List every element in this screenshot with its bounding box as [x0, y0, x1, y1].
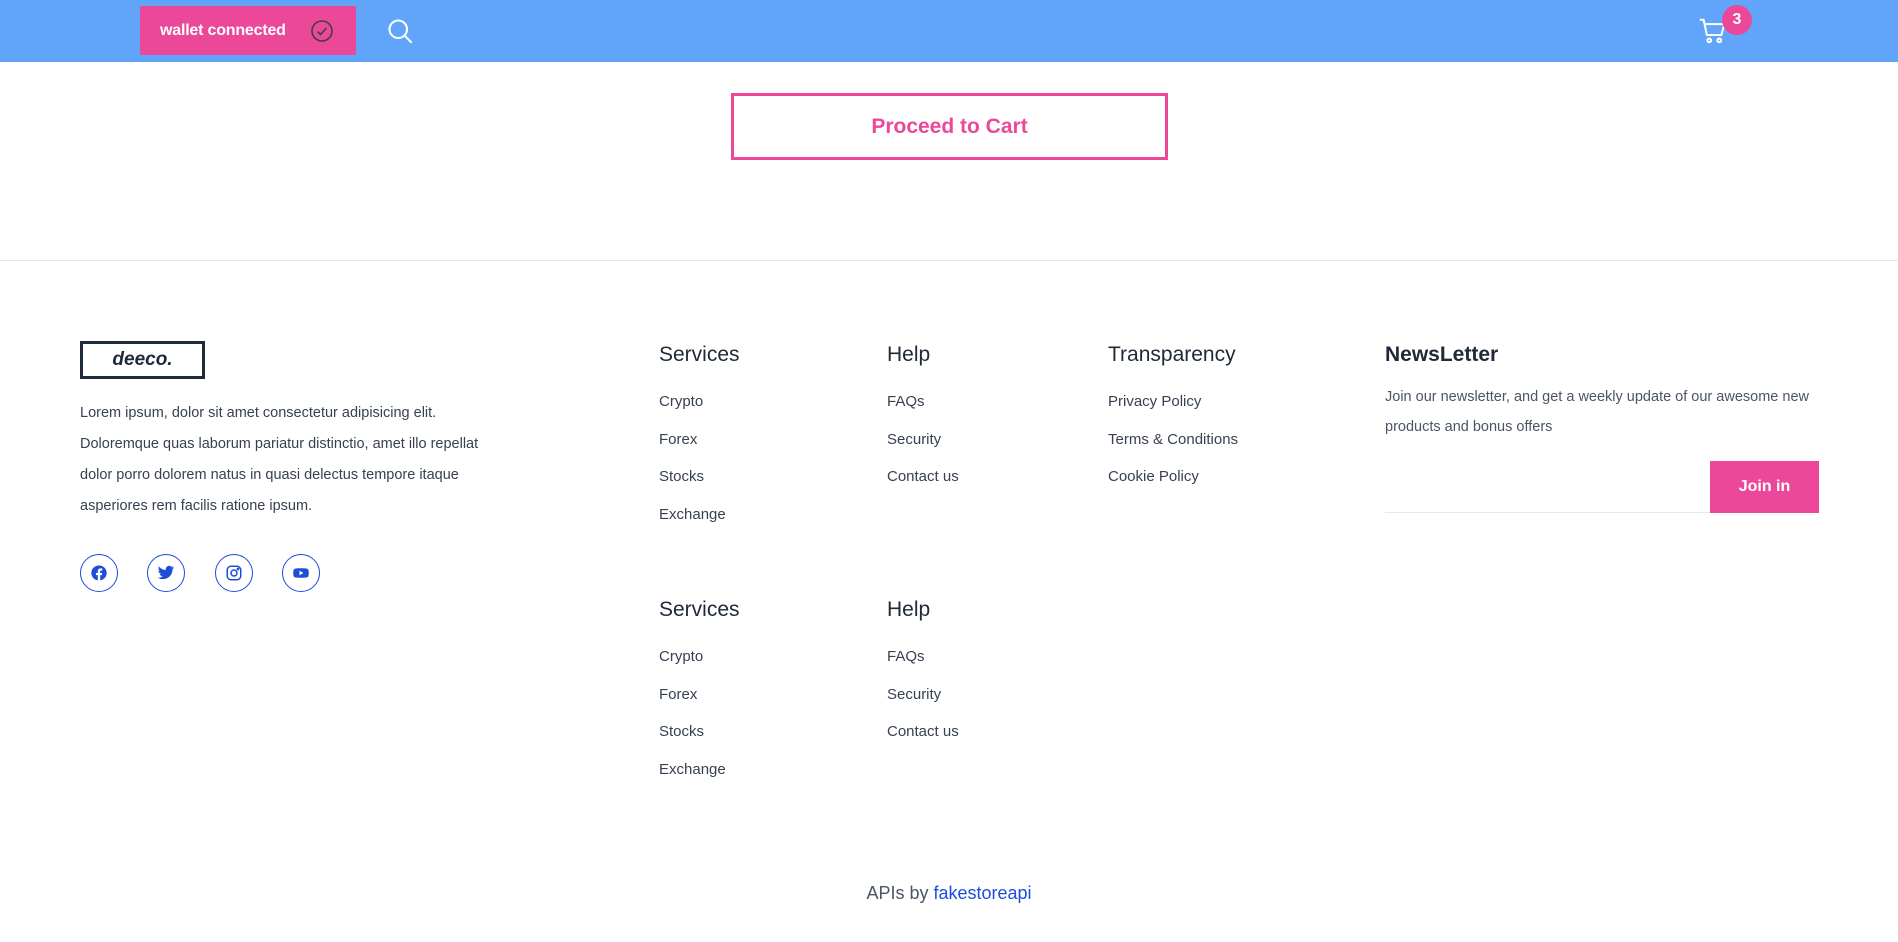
wallet-connected-button[interactable]: wallet connected	[140, 6, 356, 55]
proceed-to-cart-button[interactable]: Proceed to Cart	[731, 93, 1168, 160]
wallet-label: wallet connected	[160, 21, 286, 39]
credits-prefix: APIs by	[866, 883, 929, 903]
newsletter-email-input[interactable]	[1385, 461, 1711, 513]
footer-link-terms-conditions[interactable]: Terms & Conditions	[1108, 431, 1238, 448]
facebook-link[interactable]	[80, 554, 118, 592]
footer-link-faqs[interactable]: FAQs	[887, 393, 925, 410]
cart-count-badge: 3	[1722, 5, 1752, 35]
transparency-heading: Transparency	[1108, 343, 1236, 366]
youtube-icon	[293, 568, 309, 578]
services-heading: Services	[659, 343, 740, 366]
search-icon[interactable]	[386, 17, 414, 45]
fakestoreapi-link[interactable]: fakestoreapi	[933, 883, 1031, 903]
join-in-button[interactable]: Join in	[1710, 461, 1819, 513]
footer-link-security[interactable]: Security	[887, 686, 941, 703]
help-heading: Help	[887, 598, 931, 621]
footer-link-exchange[interactable]: Exchange	[659, 761, 726, 778]
footer-link-contact-us[interactable]: Contact us	[887, 468, 959, 485]
facebook-icon	[91, 565, 107, 581]
newsletter-text: Join our newsletter, and get a weekly up…	[1385, 389, 1809, 435]
youtube-link[interactable]	[282, 554, 320, 592]
footer-link-contact-us[interactable]: Contact us	[887, 723, 959, 740]
logo[interactable]: deeco.	[80, 341, 205, 379]
twitter-icon	[157, 565, 175, 580]
footer-link-crypto[interactable]: Crypto	[659, 648, 703, 665]
about-text: Lorem ipsum, dolor sit amet consectetur …	[80, 405, 479, 514]
instagram-icon	[226, 565, 242, 581]
twitter-link[interactable]	[147, 554, 185, 592]
services-heading: Services	[659, 598, 740, 621]
api-credits: APIs by fakestoreapi	[0, 883, 1898, 904]
top-navbar: wallet connected 3	[0, 0, 1898, 62]
footer-link-exchange[interactable]: Exchange	[659, 506, 726, 523]
footer-link-crypto[interactable]: Crypto	[659, 393, 703, 410]
footer-divider	[0, 260, 1898, 261]
footer-link-cookie-policy[interactable]: Cookie Policy	[1108, 468, 1199, 485]
footer-link-stocks[interactable]: Stocks	[659, 468, 704, 485]
footer-link-security[interactable]: Security	[887, 431, 941, 448]
footer-link-stocks[interactable]: Stocks	[659, 723, 704, 740]
check-circle-icon	[311, 20, 333, 42]
footer-link-forex[interactable]: Forex	[659, 431, 697, 448]
instagram-link[interactable]	[215, 554, 253, 592]
newsletter-heading: NewsLetter	[1385, 343, 1499, 366]
footer-link-faqs[interactable]: FAQs	[887, 648, 925, 665]
footer-link-forex[interactable]: Forex	[659, 686, 697, 703]
footer-link-privacy-policy[interactable]: Privacy Policy	[1108, 393, 1201, 410]
help-heading: Help	[887, 343, 931, 366]
